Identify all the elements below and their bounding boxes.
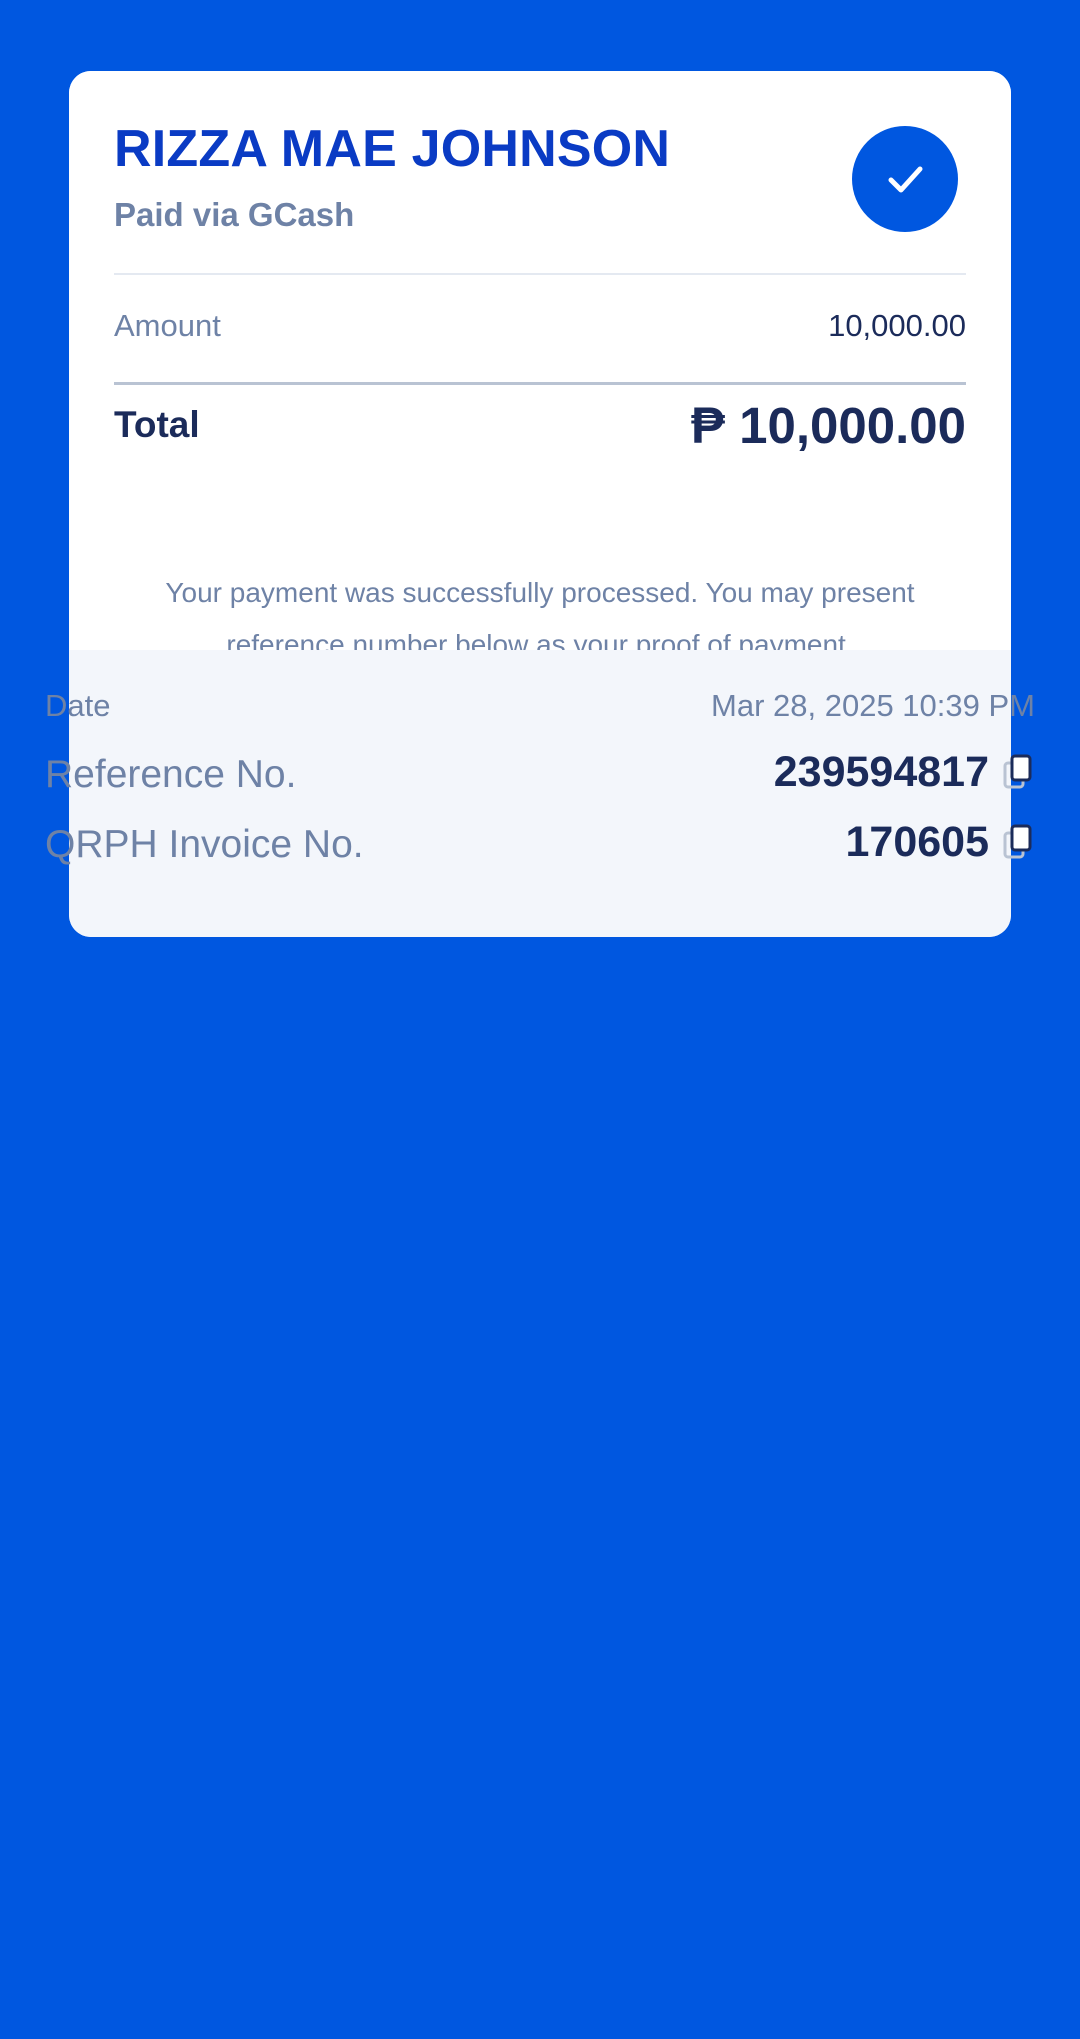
invoice-number: 170605 [845, 818, 990, 866]
amount-label: Amount [114, 308, 221, 343]
summary-divider [114, 273, 966, 275]
payment-method: Paid via GCash [114, 196, 355, 233]
total-divider [114, 382, 966, 385]
recipient-name: RIZZA MAE JOHNSON [114, 120, 671, 178]
receipt-summary: RIZZA MAE JOHNSON Paid via GCash Amount … [69, 71, 1011, 660]
copy-icon[interactable] [1001, 753, 1035, 793]
amount-value: 10,000.00 [828, 308, 966, 343]
reference-number: 239594817 [773, 748, 989, 796]
date-label: Date [45, 688, 111, 723]
copy-icon[interactable] [1001, 823, 1035, 863]
receipt-card: RIZZA MAE JOHNSON Paid via GCash Amount … [69, 71, 1011, 937]
invoice-label: QRPH Invoice No. [45, 823, 364, 866]
check-icon [852, 126, 958, 232]
date-value: Mar 28, 2025 10:39 PM [711, 688, 1035, 723]
total-label: Total [114, 404, 200, 445]
invoice-value-group: 170605 [846, 817, 1036, 869]
reference-value-group: 239594817 [774, 747, 1035, 799]
total-value: ₱ 10,000.00 [690, 397, 966, 454]
reference-label: Reference No. [45, 753, 297, 796]
